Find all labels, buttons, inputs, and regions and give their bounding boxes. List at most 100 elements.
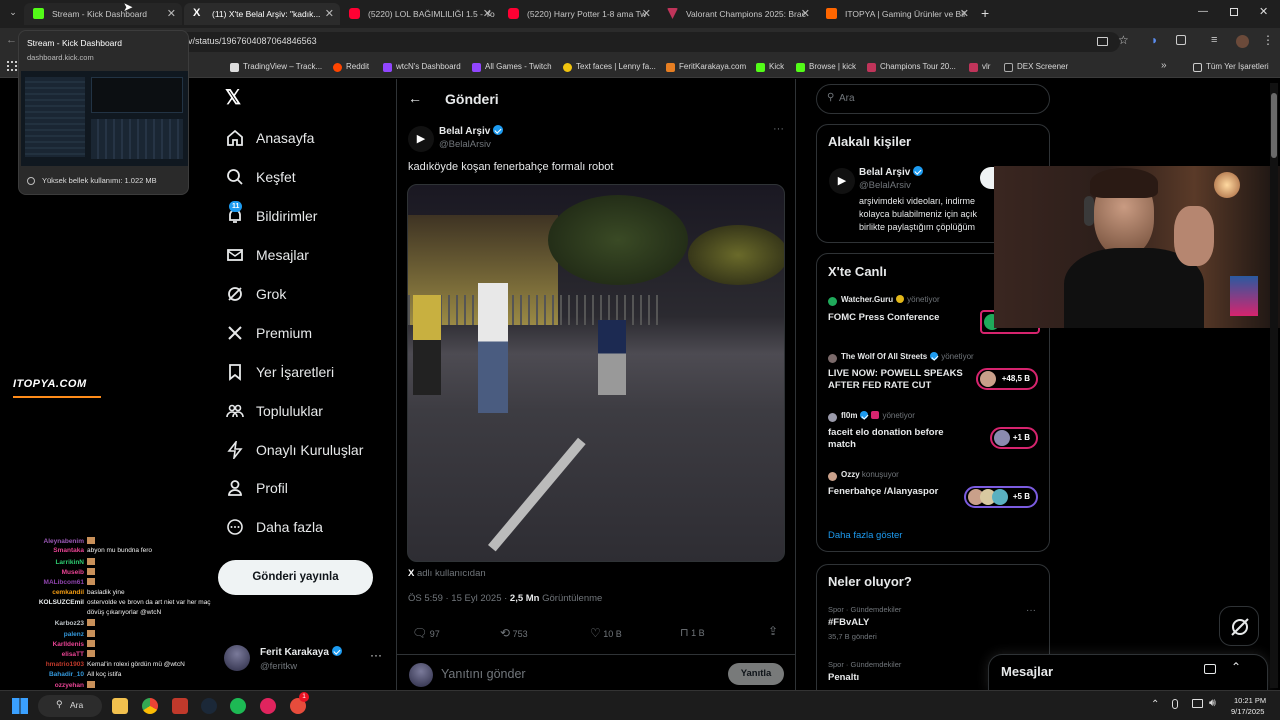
close-tab-icon[interactable]: ✕: [325, 3, 334, 25]
nav-more[interactable]: Daha fazla: [226, 517, 323, 537]
close-tab-icon[interactable]: ✕: [801, 3, 810, 25]
bookmark-tradingview[interactable]: TradingView – Track...: [230, 59, 322, 75]
live-item[interactable]: The Wolf Of All Streets yönetiyor LIVE NO…: [828, 351, 1043, 395]
apps-icon[interactable]: [7, 61, 17, 71]
account-switcher[interactable]: Ferit Karakaya @feritkw ···: [224, 642, 384, 676]
bookmark-twitch-games[interactable]: All Games - Twitch: [472, 59, 552, 75]
bookmark-text-faces[interactable]: Text faces | Lenny fa...: [563, 59, 656, 75]
reply-input[interactable]: Yanıtını gönder: [441, 667, 526, 681]
tab-search-button[interactable]: ⌄: [6, 7, 20, 21]
nav-explore[interactable]: Keşfet: [226, 167, 296, 187]
scrollbar-thumb[interactable]: [1271, 93, 1277, 158]
nav-premium[interactable]: Premium: [226, 323, 312, 343]
tab-valorant[interactable]: Valorant Champions 2025: Brac ✕: [658, 3, 816, 25]
tab-itopya[interactable]: ITOPYA | Gaming Ürünler ve Bil ✕: [817, 3, 975, 25]
microphone-icon[interactable]: [1172, 699, 1178, 709]
close-tab-icon[interactable]: ✕: [642, 3, 651, 25]
author-name[interactable]: Belal Arşiv: [439, 126, 490, 137]
bookmark-vlr[interactable]: vlr: [969, 59, 990, 75]
show-hidden-icons[interactable]: ⌃: [1151, 699, 1159, 710]
trend-item[interactable]: Spor · Gündemdekiler #FBvALY 35,7 B gönd…: [828, 605, 1043, 647]
account-more-icon[interactable]: ···: [370, 648, 382, 662]
star-icon[interactable]: ☆: [1118, 33, 1129, 47]
repost-action[interactable]: ⟲ 753: [500, 626, 528, 640]
search-box[interactable]: ⚲ Ara: [816, 84, 1050, 114]
bookmark-browse-kick[interactable]: Browse | kick: [796, 59, 856, 75]
tab-x-post[interactable]: X (11) X'te Belal Arşiv: "kadık... ✕: [184, 3, 340, 25]
nav-home[interactable]: Anasayfa: [226, 128, 314, 148]
tab-youtube-hp[interactable]: (5220) Harry Potter 1-8 ama Tw ✕: [499, 3, 657, 25]
app-icon[interactable]: 1: [290, 692, 309, 714]
bookmark-reddit[interactable]: Reddit: [333, 59, 369, 75]
close-window-button[interactable]: ✕: [1259, 5, 1268, 18]
all-bookmarks-folder[interactable]: Tüm Yer İşaretleri: [1193, 59, 1269, 75]
post-button[interactable]: Gönderi yayınla: [218, 560, 373, 595]
post-more-icon[interactable]: ···: [773, 123, 784, 135]
address-bar[interactable]: v/status/1967604087064846563: [160, 32, 1120, 52]
show-more-link[interactable]: Daha fazla göster: [828, 530, 902, 541]
close-tab-icon[interactable]: ✕: [960, 3, 969, 25]
windows-start-icon[interactable]: [12, 698, 28, 714]
spotify-icon[interactable]: [230, 698, 246, 714]
back-icon[interactable]: ←: [6, 34, 17, 46]
nav-verified-orgs[interactable]: Onaylı Kuruluşlar: [226, 440, 363, 460]
live-item[interactable]: Ozzy konuşuyor Fenerbahçe /Alanyaspor +5…: [828, 469, 1043, 509]
volume-icon[interactable]: 🔊︎: [1209, 697, 1216, 710]
related-name[interactable]: Belal Arşiv: [859, 167, 910, 178]
clock-date[interactable]: 9/17/2025: [1231, 707, 1264, 716]
tab-kick-dashboard[interactable]: Stream - Kick Dashboard ✕: [24, 3, 182, 25]
back-arrow-icon[interactable]: ←: [408, 90, 422, 106]
bookmark-feritkarakaya[interactable]: FeritKarakaya.com: [666, 59, 746, 75]
new-tab-button[interactable]: +: [981, 5, 989, 21]
share-icon[interactable]: ⇪: [768, 624, 778, 638]
bookmark-kick[interactable]: Kick: [756, 59, 784, 75]
expand-up-icon[interactable]: ⌃: [1231, 660, 1241, 674]
author-handle[interactable]: @BelalArsiv: [439, 139, 491, 150]
taskbar-search[interactable]: ⚲ Ara: [38, 695, 102, 717]
app-icon[interactable]: [260, 698, 276, 714]
network-icon[interactable]: [1192, 699, 1203, 708]
chat-emote-icon: [87, 619, 95, 627]
reply-action[interactable]: 🗨︎ 97: [412, 626, 440, 640]
like-action[interactable]: ♡ 10 B: [590, 626, 622, 640]
bookmark-wtcn-dashboard[interactable]: wtcN's Dashboard: [383, 59, 461, 75]
x-logo-icon[interactable]: 𝕏: [225, 88, 241, 108]
extension-icon[interactable]: ◗: [1151, 33, 1158, 47]
bookmark-action[interactable]: ⊓ 1 B: [680, 626, 705, 639]
tab-youtube-lol[interactable]: (5220) LOL BAĞIMLILIĞI 1.5 - Yo ✕: [340, 3, 498, 25]
page-scrollbar[interactable]: [1270, 83, 1278, 688]
bookmark-champions-tour[interactable]: Champions Tour 20...: [867, 59, 956, 75]
nav-profile[interactable]: Profil: [226, 478, 288, 498]
nav-bookmarks[interactable]: Yer İşaretleri: [226, 362, 334, 382]
minimize-button[interactable]: —: [1198, 6, 1208, 17]
author-avatar[interactable]: ▶: [408, 126, 434, 152]
post-video[interactable]: [407, 184, 785, 562]
trend-more-icon[interactable]: ···: [1026, 605, 1036, 616]
close-tab-icon[interactable]: ✕: [483, 3, 492, 25]
file-explorer-icon[interactable]: [112, 698, 128, 714]
nav-communities[interactable]: Topluluklar: [226, 401, 323, 421]
install-app-icon[interactable]: [1097, 37, 1108, 46]
nav-grok[interactable]: Grok: [226, 284, 286, 304]
clock-time[interactable]: 10:21 PM: [1234, 696, 1266, 705]
close-tab-icon[interactable]: ✕: [167, 3, 176, 25]
maximize-button[interactable]: [1230, 8, 1238, 16]
reply-button[interactable]: Yanıtla: [728, 663, 784, 685]
new-message-icon[interactable]: [1204, 664, 1216, 674]
chrome-icon[interactable]: [142, 698, 158, 714]
bookmark-dex-screener[interactable]: DEX Screener: [1004, 59, 1068, 75]
puzzle-icon[interactable]: [1176, 35, 1186, 45]
media-control-icon[interactable]: ≡: [1211, 34, 1217, 46]
menu-icon[interactable]: ⋮: [1262, 33, 1274, 47]
live-item[interactable]: fl0m yönetiyor faceit elo donation before…: [828, 410, 1043, 454]
profile-avatar[interactable]: [1236, 35, 1249, 48]
nav-messages[interactable]: Mesajlar: [226, 245, 309, 265]
nav-notifications[interactable]: 11 Bildirimler: [226, 201, 317, 226]
grok-floating-button[interactable]: [1219, 606, 1259, 646]
post-time[interactable]: ÖS 5:59 · 15 Eyl 2025 ·: [408, 593, 507, 604]
steam-icon[interactable]: [201, 698, 217, 714]
app-icon[interactable]: [172, 698, 188, 714]
related-avatar[interactable]: ▶: [829, 168, 855, 194]
more-bookmarks-icon[interactable]: »: [1161, 60, 1167, 71]
messages-drawer[interactable]: Mesajlar ⌃: [988, 654, 1268, 690]
